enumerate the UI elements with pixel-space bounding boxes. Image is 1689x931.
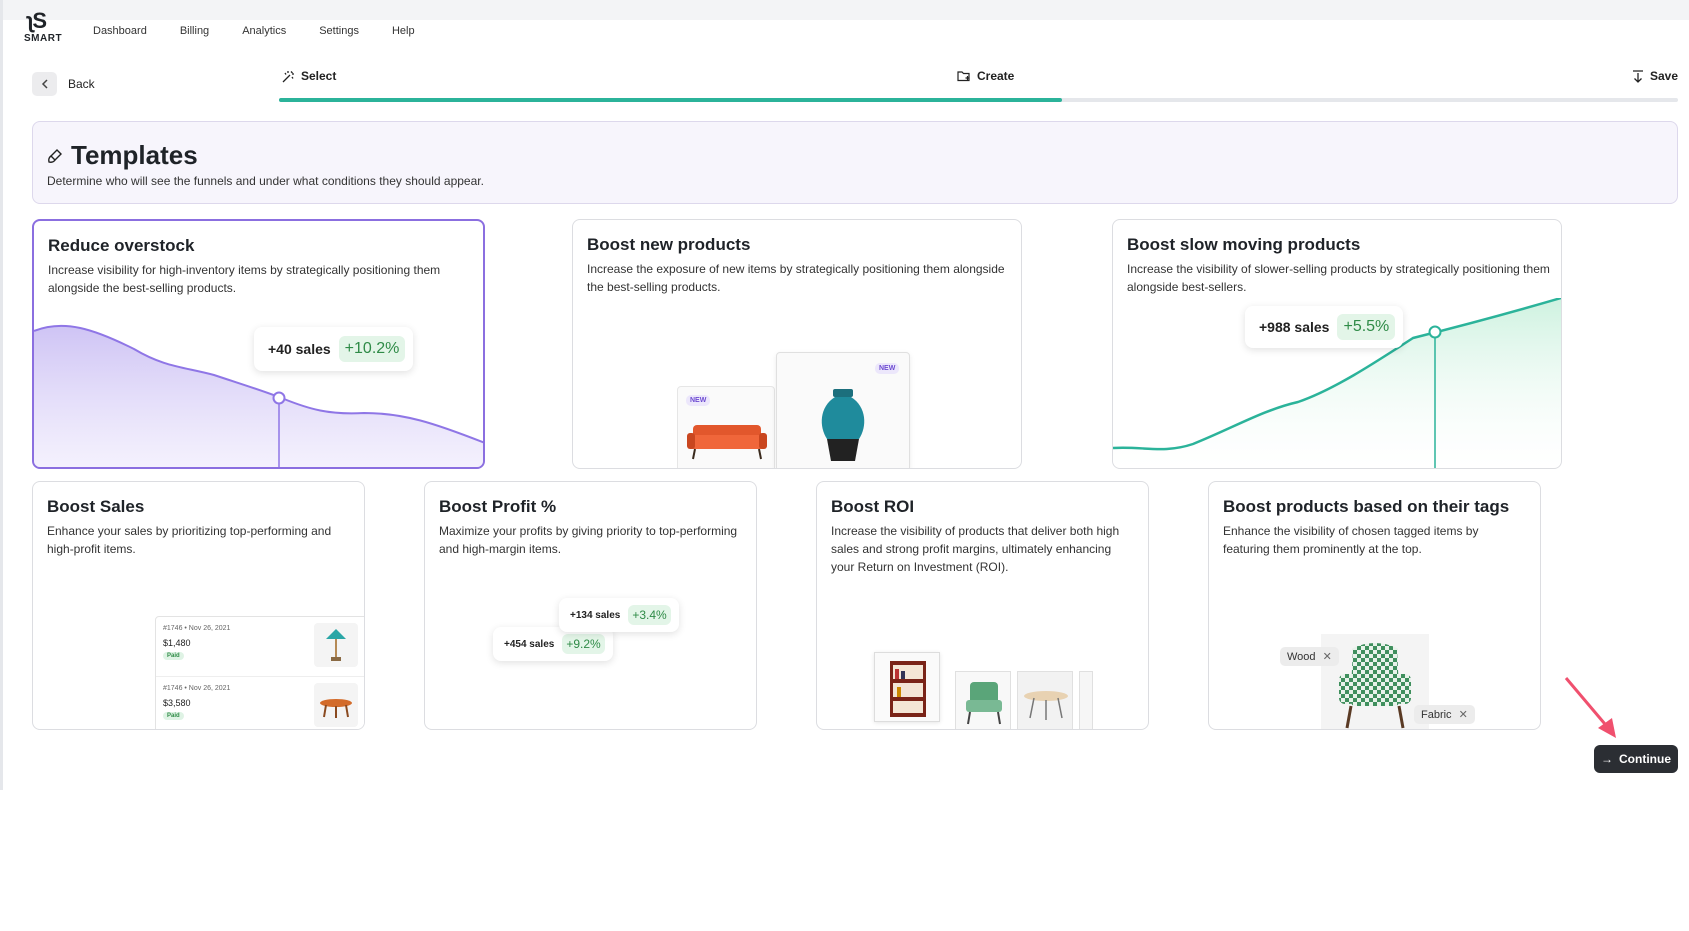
card-description: Enhance the visibility of chosen tagged … <box>1223 524 1479 556</box>
stat-percent: +10.2% <box>338 336 406 362</box>
table-icon <box>314 683 358 727</box>
nav-link-settings[interactable]: Settings <box>319 25 359 37</box>
card-title: Boost slow moving products <box>1127 235 1361 254</box>
order-status-badge: Paid <box>163 712 184 720</box>
card-title: Boost new products <box>587 235 751 254</box>
logo-mark-icon: ʅS <box>27 8 47 33</box>
step-save-label: Save <box>1650 69 1679 83</box>
wand-icon <box>282 70 294 82</box>
back-button[interactable]: Back <box>32 72 95 96</box>
sales-stat-pill: +988 sales +5.5% <box>1245 306 1404 348</box>
template-card-boost-by-tags[interactable]: Boost products based on their tags Enhan… <box>1208 481 1541 730</box>
page-title-text: Templates <box>71 140 198 170</box>
nav-links: Dashboard Billing Analytics Settings Hel… <box>93 25 448 37</box>
stepper: Select Create Save <box>279 67 1678 107</box>
step-progress-track <box>279 98 1678 102</box>
annotation-arrow-icon <box>1564 677 1616 738</box>
template-card-boost-new-products[interactable]: Boost new products Increase the exposure… <box>572 219 1022 469</box>
new-badge: NEW <box>875 363 900 374</box>
navbar: ʅS SMART Dashboard Billing Analytics Set… <box>0 0 1689 60</box>
card-description: Maximize your profits by giving priority… <box>439 524 738 556</box>
order-id: #1746 • Nov 26, 2021 <box>163 625 231 632</box>
app-root: ʅS SMART Dashboard Billing Analytics Set… <box>0 0 1689 931</box>
nav-link-dashboard[interactable]: Dashboard <box>93 25 147 37</box>
stat-percent: +3.4% <box>628 605 671 625</box>
profit-stat-pill-a: +134 sales +3.4% <box>559 598 679 632</box>
order-row: #1746 • Nov 26, 2021 $3,580 Paid <box>156 677 364 729</box>
step-create-label: Create <box>977 69 1015 83</box>
card-description: Increase the visibility of slower-sellin… <box>1127 262 1550 294</box>
chevron-left-icon <box>32 72 57 96</box>
continue-label: Continue <box>1619 752 1671 766</box>
left-rail <box>0 0 3 790</box>
tag-label: Fabric <box>1421 709 1452 721</box>
step-save[interactable]: Save <box>1632 69 1678 83</box>
card-description: Enhance your sales by prioritizing top-p… <box>47 524 332 556</box>
template-card-boost-slow-moving[interactable]: Boost slow moving products Increase the … <box>1112 219 1562 469</box>
logo[interactable]: ʅS SMART <box>22 8 62 48</box>
close-icon[interactable]: ✕ <box>1323 651 1332 663</box>
stat-sales: +988 sales <box>1259 319 1330 335</box>
card-title: Boost Sales <box>47 497 145 516</box>
template-card-boost-profit[interactable]: Boost Profit % Maximize your profits by … <box>424 481 757 730</box>
brush-icon <box>48 148 62 163</box>
stat-sales: +454 sales <box>504 638 555 650</box>
profit-stat-pill-b: +454 sales +9.2% <box>493 627 613 661</box>
new-badge: NEW <box>686 395 711 406</box>
stat-sales: +40 sales <box>268 341 331 357</box>
lamp-icon <box>314 623 358 667</box>
sofa-icon <box>687 425 767 460</box>
download-icon <box>1633 69 1643 83</box>
folder-plus-icon <box>957 71 970 82</box>
bookshelf-tile <box>874 652 940 722</box>
bookshelf-icon <box>890 661 926 717</box>
tag-chip-fabric[interactable]: Fabric ✕ <box>1414 705 1475 724</box>
card-description: Increase the exposure of new items by st… <box>587 262 1005 294</box>
page-title: Templates <box>47 140 198 171</box>
tag-chip-wood[interactable]: Wood ✕ <box>1280 647 1339 666</box>
card-title: Reduce overstock <box>48 236 195 255</box>
side-table-icon <box>1024 691 1068 720</box>
template-card-reduce-overstock[interactable]: Reduce overstock Increase visibility for… <box>32 219 485 469</box>
page-description: Determine who will see the funnels and u… <box>47 174 484 188</box>
product-tile-vase: NEW <box>776 352 910 468</box>
product-tile-sofa: NEW <box>677 386 775 468</box>
template-card-boost-roi[interactable]: Boost ROI Increase the visibility of pro… <box>816 481 1149 730</box>
card-description: Increase the visibility of products that… <box>831 524 1120 574</box>
stat-percent: +5.5% <box>1337 314 1396 340</box>
close-icon[interactable]: ✕ <box>1459 709 1468 721</box>
order-amount: $1,480 <box>163 638 191 648</box>
stat-sales: +134 sales <box>570 609 621 621</box>
card-title: Boost ROI <box>831 497 915 516</box>
step-select-label: Select <box>301 69 337 83</box>
step-select[interactable]: Select <box>282 69 336 83</box>
sales-stat-pill: +40 sales +10.2% <box>254 327 414 371</box>
step-create[interactable]: Create <box>957 69 1014 83</box>
armchair-tile <box>955 671 1011 729</box>
arrow-right-icon: → <box>1601 752 1613 766</box>
back-label: Back <box>68 77 95 91</box>
orders-list: #1746 • Nov 26, 2021 $1,480 Paid #1746 •… <box>155 616 364 729</box>
order-row: #1746 • Nov 26, 2021 $1,480 Paid <box>156 617 364 677</box>
card-title: Boost Profit % <box>439 497 557 516</box>
logo-word: SMART <box>24 33 63 44</box>
nav-link-billing[interactable]: Billing <box>180 25 209 37</box>
continue-button[interactable]: → Continue <box>1594 745 1678 773</box>
armchair-icon <box>966 682 1002 725</box>
nav-link-help[interactable]: Help <box>392 25 415 37</box>
card-title: Boost products based on their tags <box>1223 497 1510 516</box>
tag-label: Wood <box>1287 651 1316 663</box>
order-amount: $3,580 <box>163 698 191 708</box>
vase-icon <box>821 389 865 461</box>
template-card-boost-sales[interactable]: Boost Sales Enhance your sales by priori… <box>32 481 365 730</box>
partial-product-tile <box>1079 671 1093 729</box>
card-description: Increase visibility for high-inventory i… <box>48 263 441 295</box>
order-id: #1746 • Nov 26, 2021 <box>163 685 231 692</box>
step-progress-fill <box>279 98 1063 102</box>
templates-banner: Templates Determine who will see the fun… <box>32 121 1678 204</box>
order-status-badge: Paid <box>163 652 184 660</box>
side-table-tile <box>1017 671 1073 729</box>
nav-link-analytics[interactable]: Analytics <box>242 25 286 37</box>
stat-percent: +9.2% <box>562 634 605 654</box>
